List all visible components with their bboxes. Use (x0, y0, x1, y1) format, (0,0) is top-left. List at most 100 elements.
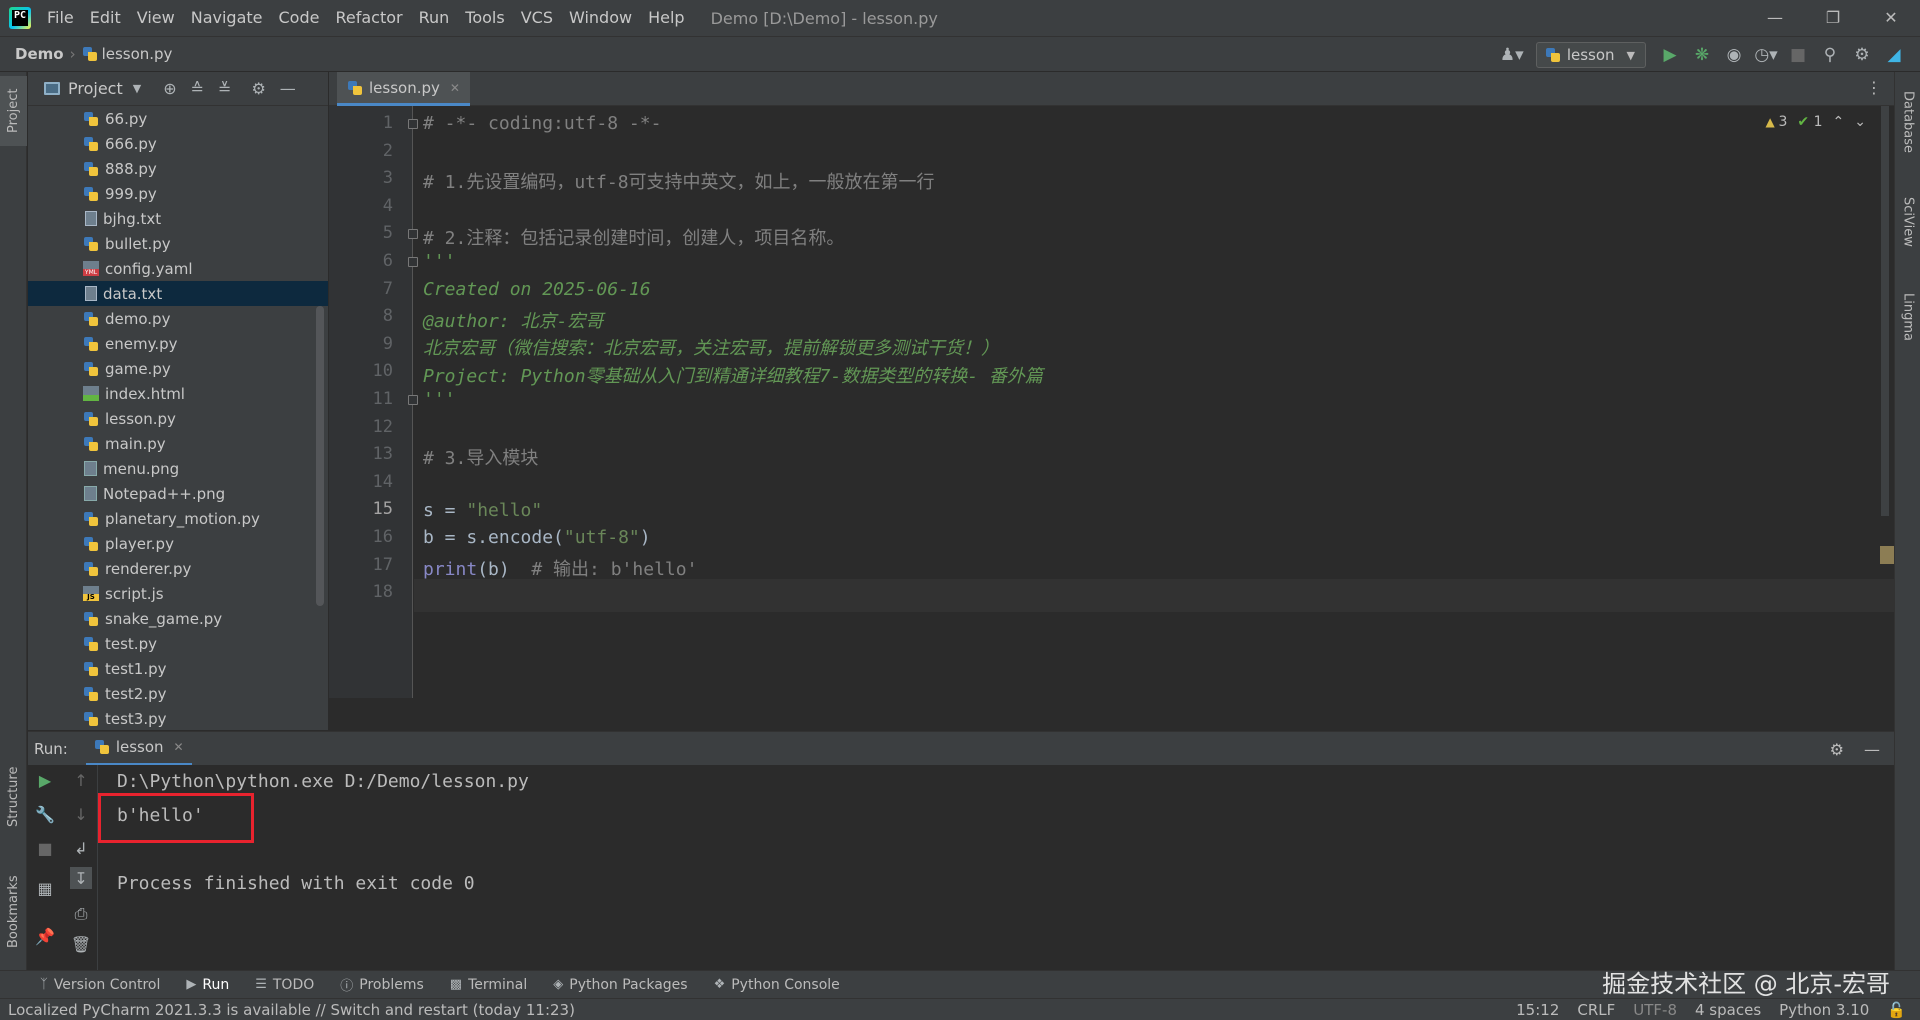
fold-marker-icon[interactable] (408, 119, 418, 129)
arrow-up-icon[interactable]: ↑ (70, 769, 92, 791)
tree-item[interactable]: data.txt (28, 281, 328, 306)
tree-item[interactable]: enemy.py (28, 331, 328, 356)
indent-setting[interactable]: 4 spaces (1695, 1001, 1761, 1019)
chevron-down-icon[interactable]: ▼ (133, 82, 141, 95)
fold-marker-icon[interactable] (408, 395, 418, 405)
chevron-up-icon[interactable]: ⌃ (1833, 114, 1845, 130)
code-editor[interactable]: 1 2 3 4 5 6 7 8 9 10 11 12 13 14 15 16 17 18 # -*- coding… (329, 106, 1894, 698)
menu-file[interactable]: File (39, 0, 82, 36)
debug-icon[interactable]: ❋ (1686, 37, 1718, 73)
tree-item[interactable]: index.html (28, 381, 328, 406)
arrow-down-icon[interactable]: ↓ (70, 803, 92, 825)
hide-panel-icon[interactable]: — (280, 79, 296, 98)
warning-marker-icon[interactable] (1880, 546, 1894, 564)
tree-item[interactable]: Notepad++.png (28, 481, 328, 506)
close-tab-icon[interactable]: ✕ (450, 81, 460, 95)
line-separator[interactable]: CRLF (1577, 1001, 1615, 1019)
tree-item[interactable]: main.py (28, 431, 328, 456)
tab-terminal[interactable]: ▩ Terminal (444, 971, 533, 999)
project-tree-scrollbar[interactable] (316, 306, 324, 606)
tree-item[interactable]: renderer.py (28, 556, 328, 581)
pin-icon[interactable]: 📌 (34, 925, 56, 947)
tree-item[interactable]: demo.py (28, 306, 328, 331)
breadcrumb-project[interactable]: Demo (15, 45, 64, 63)
expand-all-icon[interactable]: ≙ (191, 79, 204, 98)
tree-item[interactable]: test1.py (28, 656, 328, 681)
stripe-structure-tab[interactable]: Structure (0, 752, 27, 842)
caret-position[interactable]: 15:12 (1516, 1001, 1559, 1019)
run-config-selector[interactable]: lesson ▼ (1535, 42, 1646, 68)
inspection-widget[interactable]: 3 1 ⌃ ⌄ (1765, 114, 1867, 130)
code-with-me-icon[interactable]: ◢ (1878, 37, 1910, 73)
wrench-icon[interactable]: 🔧 (34, 803, 56, 825)
menu-refactor[interactable]: Refactor (327, 0, 410, 36)
tree-item[interactable]: planetary_motion.py (28, 506, 328, 531)
tree-item[interactable]: game.py (28, 356, 328, 381)
stripe-database-tab[interactable]: Database (1895, 82, 1920, 162)
tab-problems[interactable]: ⓘ Problems (334, 971, 430, 999)
minimize-icon[interactable]: — (1746, 0, 1804, 36)
user-icon[interactable]: ♟▾ (1496, 37, 1528, 73)
editor-scrollbar[interactable] (1881, 106, 1889, 516)
tab-todo[interactable]: ☰ TODO (249, 971, 320, 999)
tree-item[interactable]: test2.py (28, 681, 328, 706)
menu-vcs[interactable]: VCS (513, 0, 561, 36)
scroll-to-end-icon[interactable]: ↧ (70, 867, 92, 889)
tab-python-packages[interactable]: ◈ Python Packages (547, 971, 693, 999)
tree-item[interactable]: bjhg.txt (28, 206, 328, 231)
menu-tools[interactable]: Tools (457, 0, 512, 36)
stop-icon[interactable]: ■ (34, 837, 56, 859)
stop-icon[interactable]: ■ (1782, 37, 1814, 73)
collapse-all-icon[interactable]: ≚ (218, 79, 231, 98)
soft-wrap-icon[interactable]: ↲ (70, 837, 92, 859)
lock-icon[interactable]: 🔓 (1887, 1001, 1906, 1019)
tree-item[interactable]: bullet.py (28, 231, 328, 256)
menu-edit[interactable]: Edit (82, 0, 129, 36)
tab-lesson-py[interactable]: lesson.py ✕ (337, 72, 470, 106)
stripe-project-tab[interactable]: Project (0, 76, 27, 146)
print-icon[interactable]: ⎙ (70, 903, 92, 925)
tree-item[interactable]: test.py (28, 631, 328, 656)
more-options-icon[interactable]: ⋮ (1866, 78, 1882, 97)
breadcrumb-file[interactable]: lesson.py (102, 45, 173, 63)
rerun-icon[interactable]: ▶ (34, 769, 56, 791)
tree-item[interactable]: 888.py (28, 156, 328, 181)
fold-marker-icon[interactable] (408, 229, 418, 240)
tab-run[interactable]: ▶ Run (180, 971, 235, 999)
menu-navigate[interactable]: Navigate (183, 0, 271, 36)
tree-item[interactable]: 999.py (28, 181, 328, 206)
warning-count[interactable]: 3 (1765, 114, 1788, 130)
hide-panel-icon[interactable]: — (1864, 740, 1880, 759)
trash-icon[interactable]: 🗑 (70, 933, 92, 955)
stripe-lingma-tab[interactable]: Lingma (1895, 282, 1920, 352)
tree-item[interactable]: 66.py (28, 106, 328, 131)
coverage-icon[interactable]: ◉ (1718, 37, 1750, 73)
python-interpreter[interactable]: Python 3.10 (1779, 1001, 1869, 1019)
tree-item[interactable]: script.js (28, 581, 328, 606)
ok-count[interactable]: 1 (1797, 114, 1823, 130)
menu-run[interactable]: Run (411, 0, 458, 36)
close-tab-icon[interactable]: ✕ (174, 740, 184, 754)
profile-icon[interactable]: ◷▾ (1750, 37, 1782, 73)
run-console[interactable]: D:\Python\python.exe D:/Demo/lesson.py b… (98, 765, 1894, 970)
gear-icon[interactable]: ⚙ (1846, 37, 1878, 73)
menu-view[interactable]: View (129, 0, 183, 36)
stripe-sciview-tab[interactable]: SciView (1895, 182, 1920, 262)
run-icon[interactable]: ▶ (1654, 37, 1686, 73)
locate-icon[interactable]: ⊕ (163, 79, 176, 98)
menu-code[interactable]: Code (271, 0, 328, 36)
tree-item[interactable]: test3.py (28, 706, 328, 730)
search-icon[interactable]: ⚲ (1814, 37, 1846, 73)
tab-version-control[interactable]: ᛉ Version Control (34, 971, 166, 999)
file-encoding[interactable]: UTF-8 (1633, 1001, 1677, 1019)
project-panel-title[interactable]: Project (68, 79, 123, 98)
tree-item[interactable]: menu.png (28, 456, 328, 481)
restore-icon[interactable]: ❐ (1804, 0, 1862, 36)
tree-item[interactable]: snake_game.py (28, 606, 328, 631)
stripe-bookmarks-tab[interactable]: Bookmarks (0, 862, 27, 962)
tree-item[interactable]: player.py (28, 531, 328, 556)
gear-icon[interactable]: ⚙ (251, 79, 265, 98)
tab-python-console[interactable]: ❖ Python Console (708, 971, 846, 999)
status-message[interactable]: Localized PyCharm 2021.3.3 is available … (8, 1001, 575, 1019)
chevron-down-icon[interactable]: ⌄ (1854, 114, 1866, 130)
